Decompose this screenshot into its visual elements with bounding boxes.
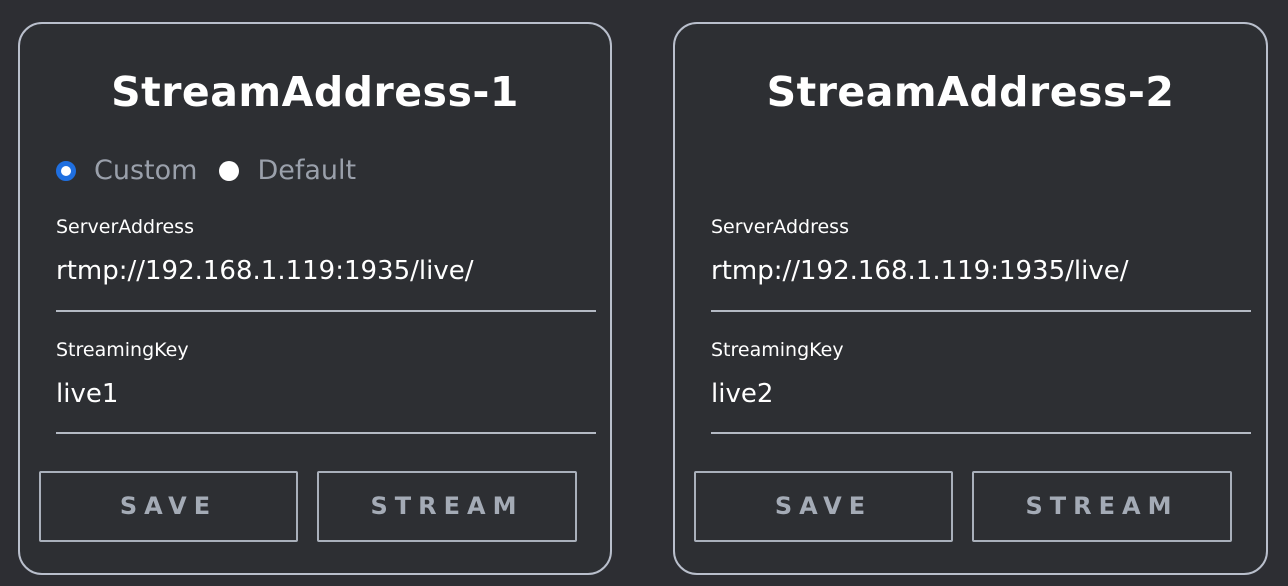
server-address-input[interactable]: rtmp://192.168.1.119:1935/live/ bbox=[711, 253, 1129, 289]
streaming-key-underline bbox=[56, 432, 596, 434]
radio-label-default[interactable]: Default bbox=[257, 154, 356, 188]
radio-option-default[interactable]: Default bbox=[219, 154, 356, 188]
stream-button[interactable]: STREAM bbox=[317, 471, 577, 542]
radio-label-custom[interactable]: Custom bbox=[94, 154, 197, 188]
streaming-key-input[interactable]: live2 bbox=[711, 376, 773, 412]
radio-checked-icon[interactable] bbox=[56, 161, 76, 181]
stream-settings-page: StreamAddress-1 Custom Default ServerAdd… bbox=[0, 0, 1288, 586]
server-address-input[interactable]: rtmp://192.168.1.119:1935/live/ bbox=[56, 253, 474, 289]
streaming-key-underline bbox=[711, 432, 1251, 434]
server-address-label: ServerAddress bbox=[711, 216, 849, 238]
streaming-key-label: StreamingKey bbox=[711, 339, 844, 361]
address-mode-radio-group: Custom Default bbox=[56, 154, 378, 188]
radio-unchecked-icon[interactable] bbox=[219, 161, 240, 181]
stream-button[interactable]: STREAM bbox=[972, 471, 1232, 542]
save-button[interactable]: SAVE bbox=[694, 471, 953, 542]
streaming-key-label: StreamingKey bbox=[56, 339, 189, 361]
stream-address-card-1: StreamAddress-1 Custom Default ServerAdd… bbox=[18, 22, 612, 575]
streaming-key-input[interactable]: live1 bbox=[56, 376, 118, 412]
stream-address-card-2: StreamAddress-2 ServerAddress rtmp://192… bbox=[673, 22, 1268, 575]
server-address-underline bbox=[56, 310, 596, 312]
save-button[interactable]: SAVE bbox=[39, 471, 298, 542]
server-address-underline bbox=[711, 310, 1251, 312]
card-title: StreamAddress-1 bbox=[111, 68, 519, 116]
card-title: StreamAddress-2 bbox=[766, 68, 1175, 116]
server-address-label: ServerAddress bbox=[56, 216, 194, 238]
radio-option-custom[interactable]: Custom bbox=[56, 154, 197, 188]
